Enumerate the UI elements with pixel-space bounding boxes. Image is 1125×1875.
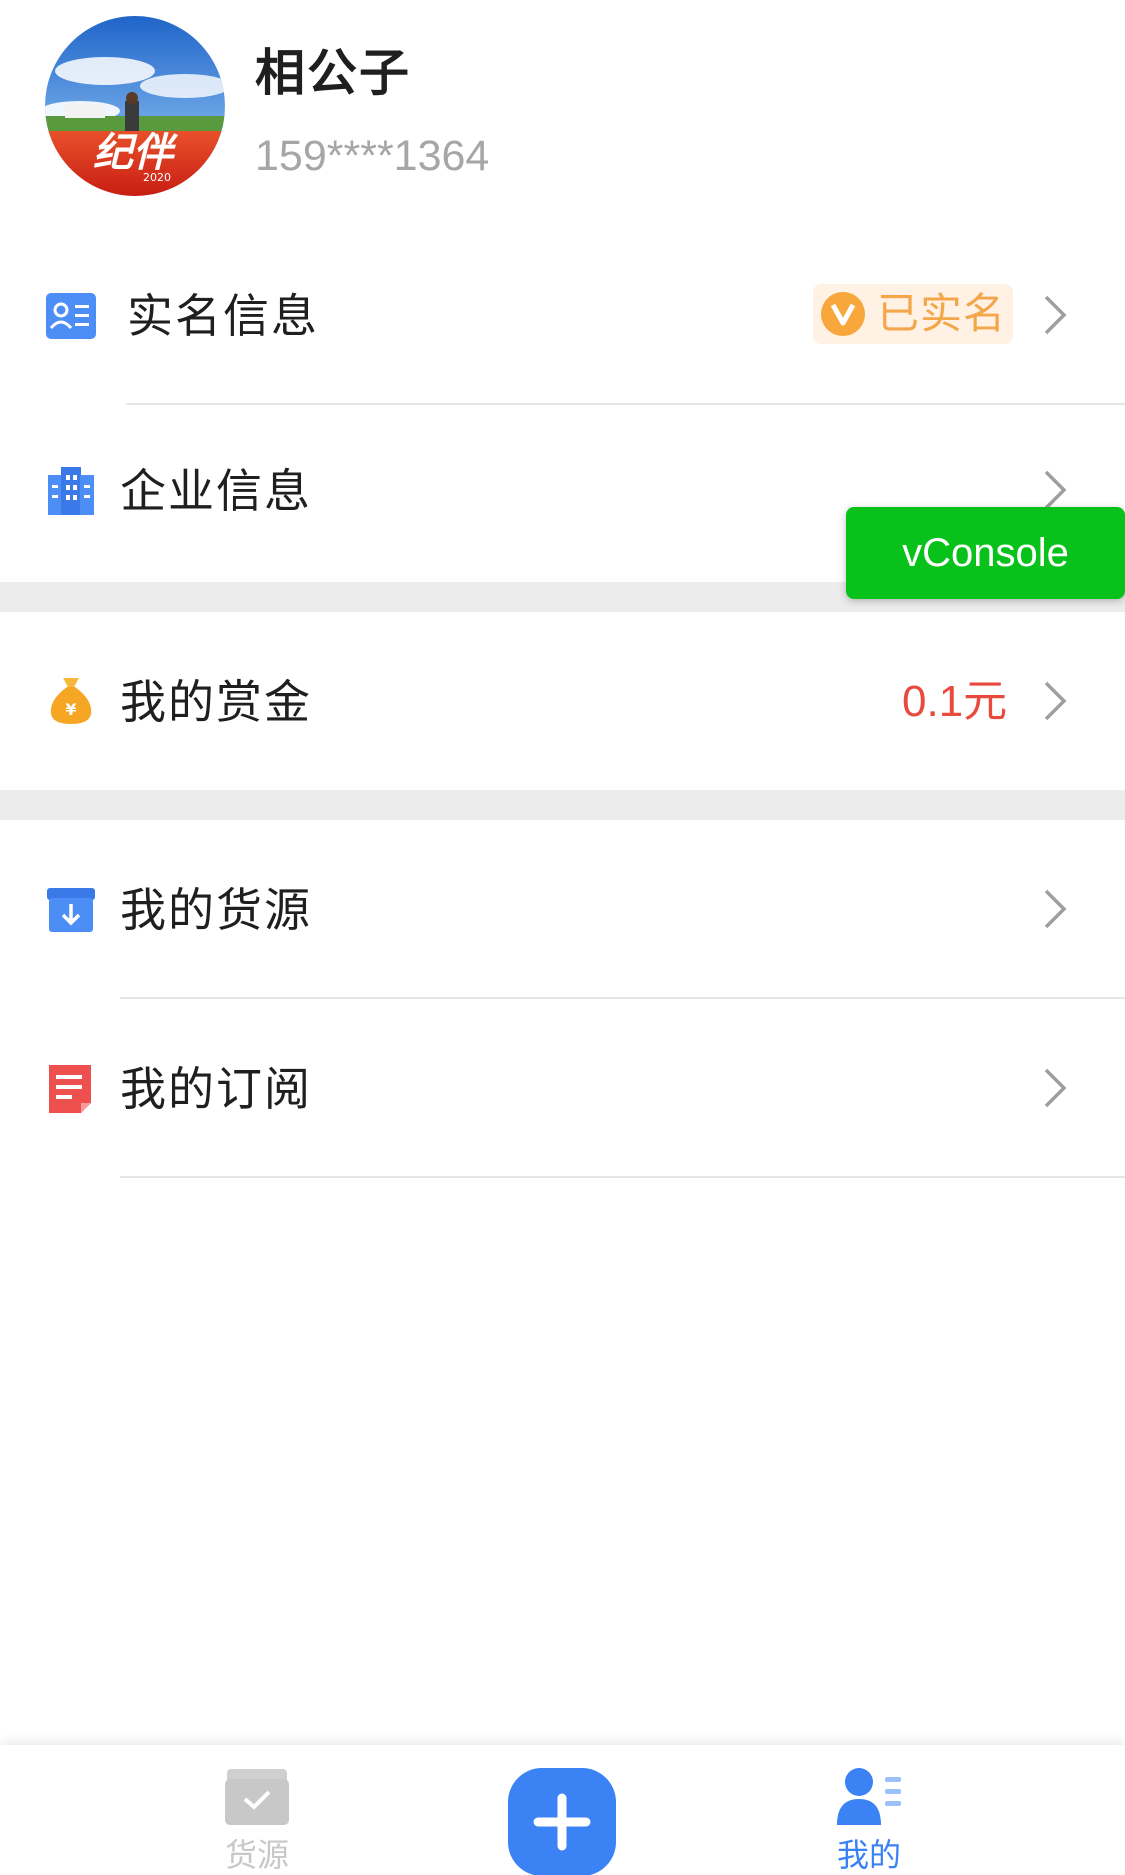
divider	[120, 1176, 1125, 1178]
tab-label-mine: 我的	[836, 1836, 901, 1874]
plus-icon	[533, 1793, 591, 1851]
chevron-right-icon	[1044, 681, 1067, 721]
menu-item-cargo[interactable]: 我的货源	[0, 820, 1125, 998]
svg-text:纪伴: 纪伴	[93, 129, 179, 176]
vconsole-button[interactable]: vConsole	[846, 507, 1125, 599]
menu-label-realname: 实名信息	[127, 289, 319, 343]
chevron-right-icon	[1044, 1068, 1067, 1108]
verified-text: 已实名	[877, 289, 1007, 338]
svg-text:¥: ¥	[65, 700, 76, 719]
tab-cargo[interactable]: 货源	[157, 1745, 357, 1875]
user-phone: 159****1364	[255, 132, 490, 180]
user-profile-icon	[837, 1768, 901, 1825]
avatar-image: 纪伴 2020	[45, 16, 225, 196]
svg-text:2020: 2020	[143, 171, 171, 184]
id-card-icon	[46, 293, 96, 339]
avatar[interactable]: 纪伴 2020	[45, 16, 225, 196]
user-name: 相公子	[255, 44, 411, 102]
menu-label-bounty: 我的赏金	[120, 675, 312, 729]
tab-mine[interactable]: 我的	[769, 1745, 969, 1875]
publish-button[interactable]	[508, 1768, 616, 1875]
building-icon	[48, 467, 94, 515]
section-gap	[0, 790, 1125, 820]
tab-label-cargo: 货源	[224, 1836, 289, 1874]
bounty-value: 0.1元	[902, 677, 1008, 726]
cargo-download-icon	[47, 888, 95, 932]
menu-label-subscription: 我的订阅	[120, 1062, 312, 1116]
chevron-right-icon	[1044, 889, 1067, 929]
verified-v-icon	[821, 292, 865, 336]
profile-page: 纪伴 2020 相公子 159****1364 实名信息 已实名 企业信息 ¥ …	[0, 0, 1125, 1875]
document-icon	[49, 1065, 91, 1113]
menu-item-subscription[interactable]: 我的订阅	[0, 999, 1125, 1177]
profile-header: 纪伴 2020 相公子 159****1364	[0, 0, 1125, 230]
cargo-box-icon	[225, 1769, 289, 1825]
menu-label-company: 企业信息	[120, 464, 312, 518]
chevron-right-icon	[1044, 295, 1067, 335]
verified-badge: 已实名	[813, 284, 1013, 344]
money-bag-icon: ¥	[50, 678, 92, 724]
menu-label-cargo: 我的货源	[120, 883, 312, 937]
bottom-tab-bar: 货源 我的	[0, 1745, 1125, 1875]
